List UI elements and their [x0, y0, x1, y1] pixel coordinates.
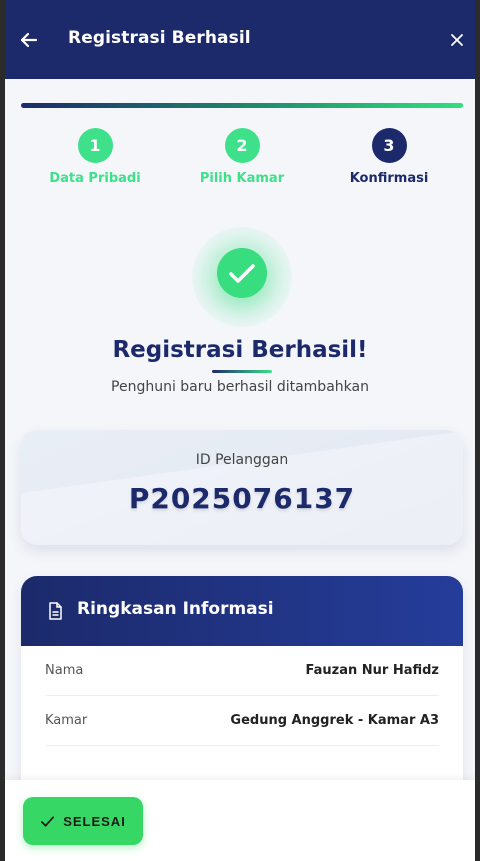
- step-number: 3: [371, 128, 407, 163]
- check-icon: [229, 264, 255, 283]
- done-button-label: SELESAI: [63, 813, 126, 829]
- success-badge: [217, 248, 267, 298]
- row-value: Gedung Anggrek - Kamar A3: [230, 713, 439, 728]
- customer-id-value: P2025076137: [128, 482, 356, 515]
- check-icon: [41, 815, 55, 827]
- step-label: Pilih Kamar: [199, 171, 285, 186]
- step-konfirmasi: 3 Konfirmasi: [319, 128, 459, 186]
- summary-title: Ringkasan Informasi: [77, 599, 274, 619]
- success-title: Registrasi Berhasil!: [112, 337, 368, 363]
- summary-list: Nama Fauzan Nur Hafidz Kamar Gedung Angg…: [21, 646, 463, 746]
- row-label: Kamar: [45, 713, 88, 728]
- summary-row-nama: Nama Fauzan Nur Hafidz: [45, 646, 439, 696]
- customer-id-card: ID Pelanggan P2025076137: [21, 430, 463, 545]
- customer-id-label: ID Pelanggan: [195, 452, 289, 468]
- summary-header: Ringkasan Informasi: [21, 576, 463, 646]
- title-underline: [212, 370, 272, 373]
- done-button[interactable]: SELESAI: [23, 797, 143, 845]
- step-number: 1: [77, 128, 113, 163]
- success-subtitle: Penghuni baru berhasil ditambahkan: [111, 379, 369, 395]
- step-data-pribadi: 1 Data Pribadi: [25, 128, 165, 186]
- summary-row-kamar: Kamar Gedung Anggrek - Kamar A3: [45, 696, 439, 746]
- close-icon[interactable]: [447, 30, 467, 50]
- step-label: Data Pribadi: [49, 171, 141, 186]
- step-number: 2: [224, 128, 260, 163]
- row-value: Fauzan Nur Hafidz: [305, 663, 440, 678]
- progress-bar: [21, 103, 463, 108]
- app-frame: Registrasi Berhasil 1 Data Pribadi 2 Pil…: [5, 0, 475, 861]
- bottom-action-bar: SELESAI: [5, 780, 475, 861]
- top-bar: Registrasi Berhasil: [5, 0, 475, 79]
- row-label: Nama: [45, 663, 84, 678]
- document-icon: [49, 602, 62, 620]
- page-title: Registrasi Berhasil: [68, 28, 251, 48]
- arrow-left-icon[interactable]: [17, 28, 41, 52]
- step-pilih-kamar: 2 Pilih Kamar: [172, 128, 312, 186]
- step-label: Konfirmasi: [349, 171, 429, 186]
